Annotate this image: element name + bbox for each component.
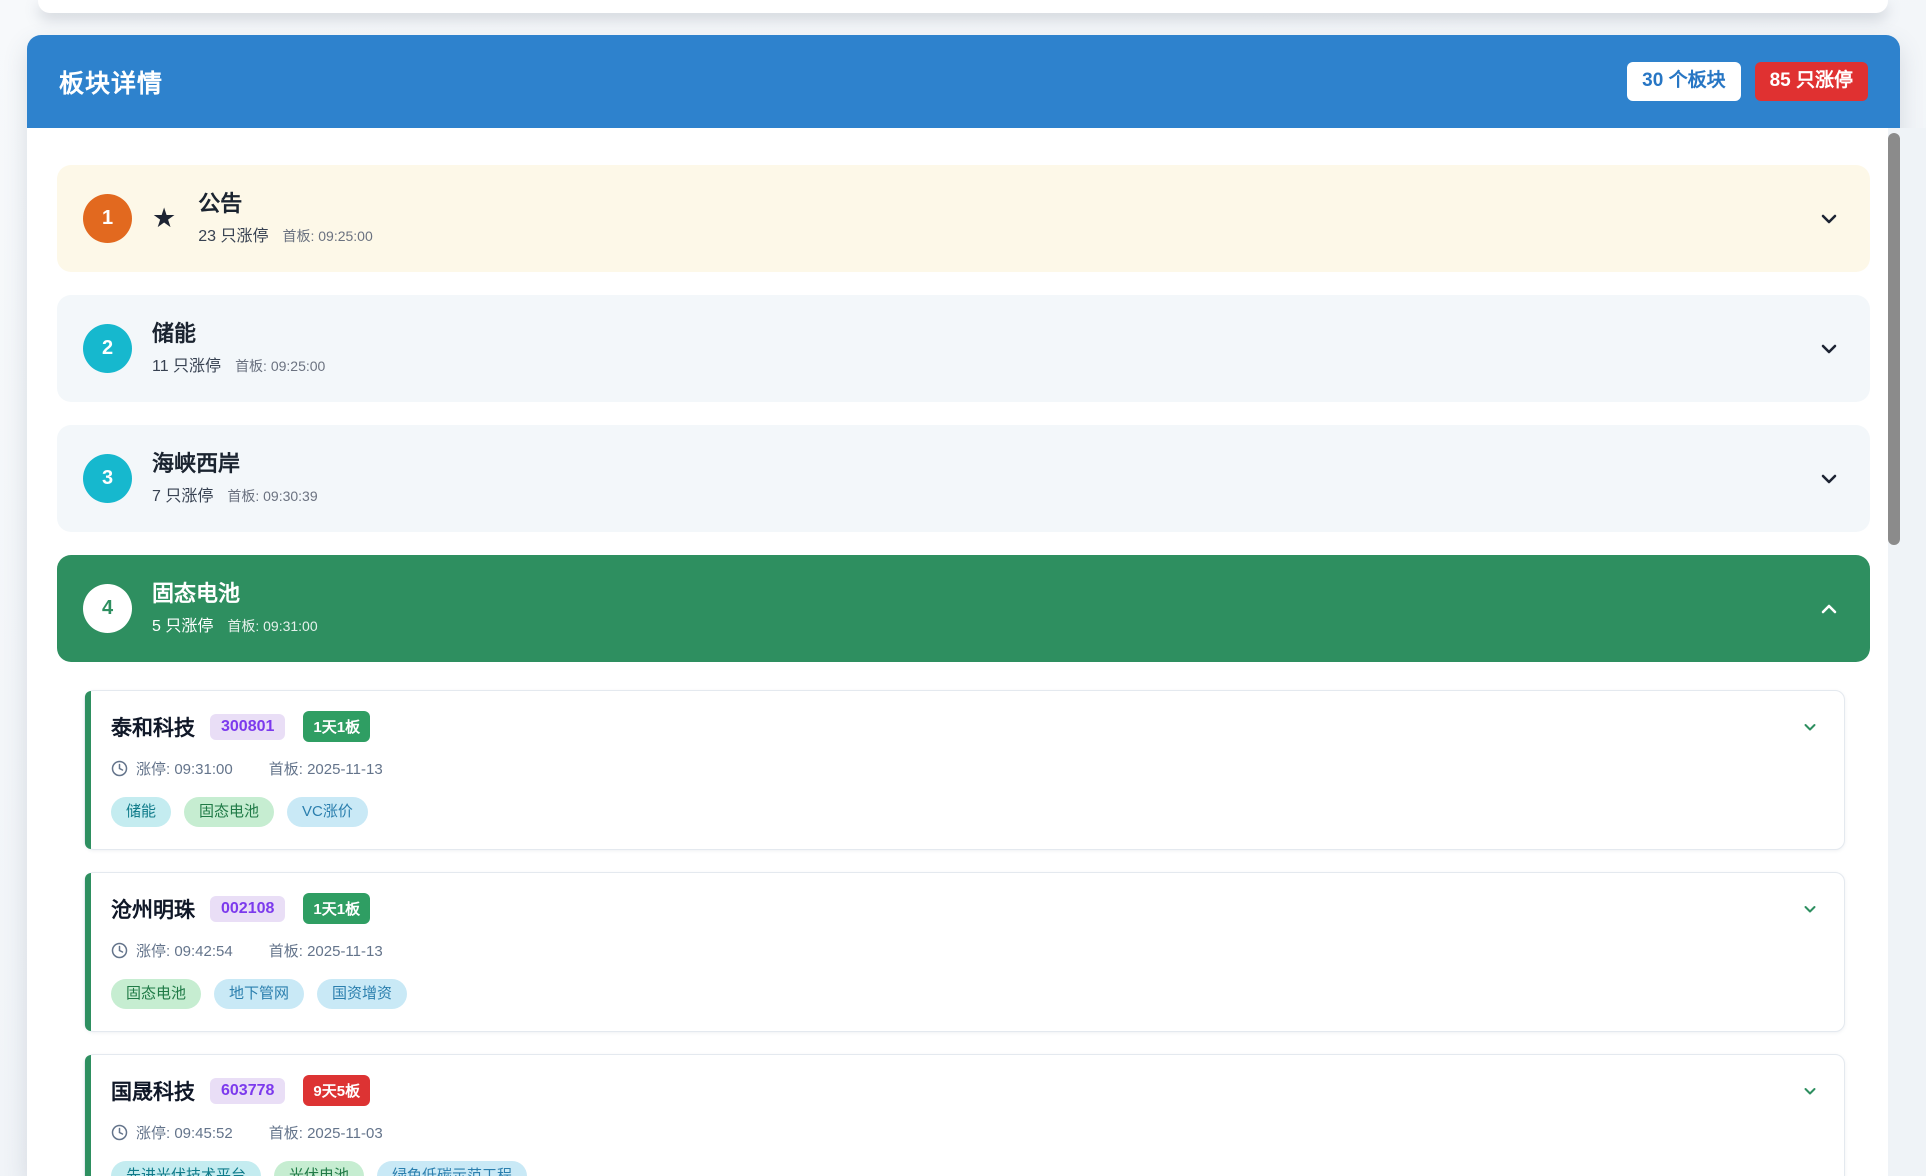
card-accent-bar	[85, 691, 91, 849]
concept-tag[interactable]: 固态电池	[111, 979, 201, 1009]
panel-header: 板块详情 30 个板块 85 只涨停	[27, 35, 1900, 128]
card-accent-bar	[85, 873, 91, 1031]
sector-row-gonggao[interactable]: 1 ★ 公告 23 只涨停 首板: 09:25:00	[57, 165, 1870, 272]
rank-badge: 1	[83, 194, 132, 243]
sector-limit-up-count: 11 只涨停	[152, 352, 221, 376]
chevron-down-icon[interactable]	[1818, 468, 1840, 490]
chevron-down-icon[interactable]	[1802, 719, 1818, 735]
sector-text: 公告 23 只涨停 首板: 09:25:00	[198, 191, 373, 245]
limit-up-time: 涨停: 09:45:52	[136, 1122, 233, 1143]
stock-meta: 涨停: 09:31:00 首板: 2025-11-13	[111, 758, 1818, 779]
concept-tag[interactable]: 光伏电池	[274, 1161, 364, 1176]
chevron-down-icon[interactable]	[1818, 338, 1840, 360]
chevron-down-icon[interactable]	[1802, 1083, 1818, 1099]
stock-card[interactable]: 沧州明珠 002108 1天1板 涨停: 09:42:54 首板: 2025-1…	[84, 872, 1845, 1032]
sector-name: 海峡西岸	[152, 451, 318, 476]
sector-limit-up-count: 7 只涨停	[152, 482, 213, 506]
sector-count-badge: 30 个板块	[1627, 62, 1740, 101]
sector-row-haixia-xian[interactable]: 3 海峡西岸 7 只涨停 首板: 09:30:39	[57, 425, 1870, 532]
concept-tag[interactable]: 国资增资	[317, 979, 407, 1009]
sector-first-board-time: 首板: 09:30:39	[227, 486, 317, 506]
sector-name: 固态电池	[152, 581, 318, 606]
sector-first-board-time: 首板: 09:25:00	[235, 356, 325, 376]
concept-tag[interactable]: 先进光伏技术平台	[111, 1161, 261, 1176]
concept-tag[interactable]: 绿色低碳示范工程	[377, 1161, 527, 1176]
concept-tag[interactable]: 固态电池	[184, 797, 274, 827]
card-accent-bar	[85, 1055, 91, 1176]
sector-text: 固态电池 5 只涨停 首板: 09:31:00	[152, 581, 318, 635]
stock-code-badge: 002108	[210, 896, 285, 922]
chevron-up-icon[interactable]	[1818, 598, 1840, 620]
sector-first-board-time: 首板: 09:25:00	[282, 226, 372, 246]
stock-card[interactable]: 泰和科技 300801 1天1板 涨停: 09:31:00 首板: 2025-1…	[84, 690, 1845, 850]
chevron-down-icon[interactable]	[1818, 208, 1840, 230]
first-board-date: 首板: 2025-11-13	[269, 940, 383, 961]
previous-card-edge	[38, 0, 1888, 13]
sector-limit-up-count: 5 只涨停	[152, 612, 213, 636]
clock-icon	[111, 942, 128, 959]
sector-text: 储能 11 只涨停 首板: 09:25:00	[152, 321, 325, 375]
board-streak-badge: 1天1板	[303, 893, 370, 924]
concept-tag[interactable]: VC涨价	[287, 797, 368, 827]
scrollbar-thumb[interactable]	[1888, 133, 1900, 545]
stock-meta: 涨停: 09:45:52 首板: 2025-11-03	[111, 1122, 1818, 1143]
first-board-date: 首板: 2025-11-03	[269, 1122, 383, 1143]
sector-name: 储能	[152, 321, 325, 346]
sector-detail-panel: 板块详情 30 个板块 85 只涨停 1 ★ 公告 23 只涨停 首板: 09:…	[27, 35, 1900, 1176]
star-icon: ★	[152, 205, 176, 232]
tag-row: 先进光伏技术平台 光伏电池 绿色低碳示范工程	[111, 1161, 1818, 1176]
stock-name: 泰和科技	[111, 712, 195, 742]
chevron-down-icon[interactable]	[1802, 901, 1818, 917]
clock-icon	[111, 760, 128, 777]
clock-icon	[111, 1124, 128, 1141]
stock-list: 泰和科技 300801 1天1板 涨停: 09:31:00 首板: 2025-1…	[84, 690, 1845, 1176]
sector-first-board-time: 首板: 09:31:00	[227, 616, 317, 636]
tag-row: 固态电池 地下管网 国资增资	[111, 979, 1818, 1009]
concept-tag[interactable]: 地下管网	[214, 979, 304, 1009]
sector-row-chuneng[interactable]: 2 储能 11 只涨停 首板: 09:25:00	[57, 295, 1870, 402]
sector-limit-up-count: 23 只涨停	[198, 222, 268, 246]
rank-badge: 4	[83, 584, 132, 633]
board-streak-badge: 9天5板	[303, 1075, 370, 1106]
limit-up-time: 涨停: 09:42:54	[136, 940, 233, 961]
page-title: 板块详情	[59, 64, 163, 100]
sector-name: 公告	[198, 191, 373, 216]
stock-name: 沧州明珠	[111, 894, 195, 924]
sector-row-gutai-dianchi[interactable]: 4 固态电池 5 只涨停 首板: 09:31:00	[57, 555, 1870, 662]
limit-up-count-badge: 85 只涨停	[1755, 62, 1868, 101]
limit-up-time: 涨停: 09:31:00	[136, 758, 233, 779]
header-badges: 30 个板块 85 只涨停	[1627, 62, 1868, 101]
stock-code-badge: 300801	[210, 714, 285, 740]
tag-row: 储能 固态电池 VC涨价	[111, 797, 1818, 827]
stock-meta: 涨停: 09:42:54 首板: 2025-11-13	[111, 940, 1818, 961]
rank-badge: 2	[83, 324, 132, 373]
stock-card[interactable]: 国晟科技 603778 9天5板 涨停: 09:45:52 首板: 2025-1…	[84, 1054, 1845, 1176]
stock-name: 国晟科技	[111, 1076, 195, 1106]
rank-badge: 3	[83, 454, 132, 503]
sector-text: 海峡西岸 7 只涨停 首板: 09:30:39	[152, 451, 318, 505]
first-board-date: 首板: 2025-11-13	[269, 758, 383, 779]
concept-tag[interactable]: 储能	[111, 797, 171, 827]
stock-code-badge: 603778	[210, 1078, 285, 1104]
sector-list: 1 ★ 公告 23 只涨停 首板: 09:25:00 2 储能 11 只涨停	[27, 128, 1900, 1176]
board-streak-badge: 1天1板	[303, 711, 370, 742]
